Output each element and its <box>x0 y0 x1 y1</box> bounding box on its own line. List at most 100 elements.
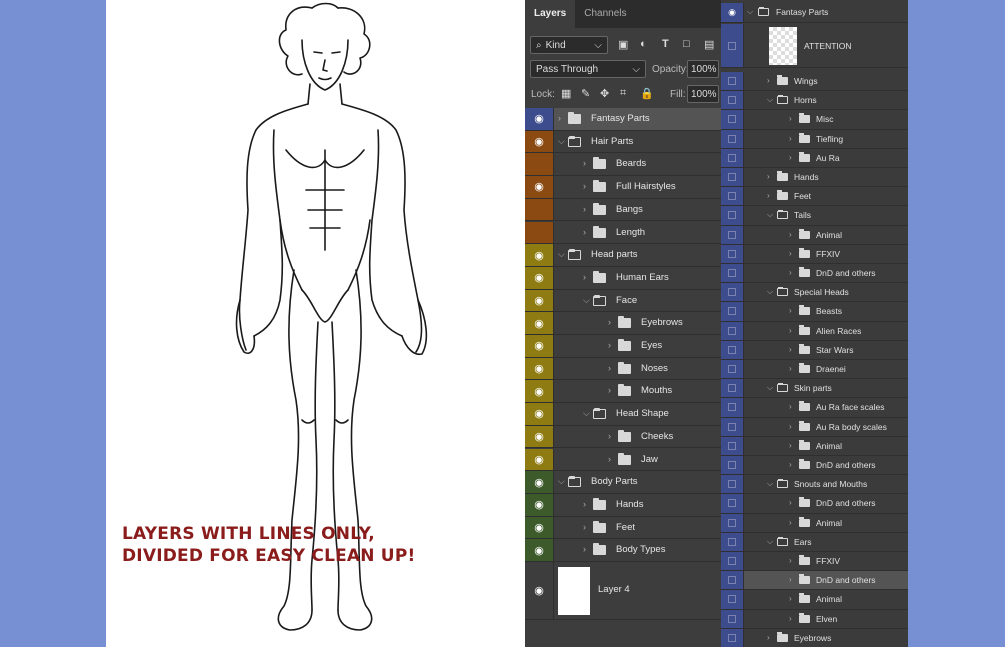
group-row[interactable]: › Animal <box>721 513 908 533</box>
chevron-right-icon[interactable]: › <box>789 364 792 373</box>
layer-row[interactable]: ◉ ⌵ Head parts <box>525 244 721 267</box>
visibility-toggle[interactable] <box>721 264 744 283</box>
lock-brush-icon[interactable]: ✎ <box>581 87 590 100</box>
layer-row[interactable]: › Beards <box>525 153 721 177</box>
visibility-toggle[interactable] <box>721 475 744 494</box>
eye-icon[interactable] <box>525 198 554 221</box>
lock-position-icon[interactable]: ✥ <box>600 87 609 100</box>
group-row[interactable]: › DnD and others <box>721 494 908 514</box>
layer-row-layer-4[interactable]: ◉ Layer 4 <box>525 562 721 620</box>
layer-row[interactable]: ◉ ⌵ Hair Parts <box>525 130 721 154</box>
eye-icon[interactable] <box>525 221 554 244</box>
eye-icon[interactable]: ◉ <box>525 380 554 403</box>
eye-icon[interactable]: ◉ <box>525 403 554 425</box>
layer-row[interactable]: ◉ › Jaw <box>525 448 721 472</box>
chevron-right-icon[interactable]: › <box>789 594 792 603</box>
layer-row[interactable]: ◉ › Eyebrows <box>525 312 721 335</box>
group-row[interactable]: › Au Ra body scales <box>721 417 908 437</box>
chevron-right-icon[interactable]: › <box>789 402 792 411</box>
group-row[interactable]: › Draenei <box>721 360 908 380</box>
chevron-right-icon[interactable]: › <box>789 326 792 335</box>
layer-row[interactable]: ◉ › Full Hairstyles <box>525 176 721 199</box>
visibility-toggle[interactable] <box>721 321 744 340</box>
chevron-right-icon[interactable]: › <box>583 158 586 168</box>
chevron-right-icon[interactable]: › <box>789 114 792 123</box>
visibility-toggle[interactable] <box>721 590 744 609</box>
visibility-toggle[interactable] <box>721 398 744 417</box>
chevron-right-icon[interactable]: › <box>608 454 611 464</box>
group-row[interactable]: ⌵ Snouts and Mouths <box>721 475 908 495</box>
visibility-toggle[interactable] <box>721 628 744 647</box>
eye-icon[interactable]: ◉ <box>525 493 554 516</box>
attention-layer-row[interactable]: ATTENTION <box>721 24 908 68</box>
visibility-toggle[interactable] <box>721 436 744 455</box>
group-row[interactable]: › FFXIV <box>721 244 908 264</box>
eye-icon[interactable]: ◉ <box>525 289 554 312</box>
visibility-toggle[interactable] <box>721 417 744 436</box>
group-row[interactable]: › Tiefling <box>721 129 908 149</box>
eye-icon[interactable]: ◉ <box>525 130 554 153</box>
group-row[interactable]: › Alien Races <box>721 321 908 341</box>
eye-icon[interactable]: ◉ <box>525 425 554 448</box>
chevron-right-icon[interactable]: › <box>583 272 586 282</box>
chevron-right-icon[interactable]: › <box>583 499 586 509</box>
smart-object-filter-icon[interactable]: ▤ <box>704 38 714 51</box>
layer-row[interactable]: ◉ › Human Ears <box>525 266 721 290</box>
visibility-toggle[interactable] <box>721 302 744 321</box>
tab-channels[interactable]: Channels <box>575 0 635 28</box>
layer-row[interactable]: › Length <box>525 221 721 245</box>
image-filter-icon[interactable]: ▣ <box>618 38 628 51</box>
layer-row[interactable]: ◉ ⌵ Head Shape <box>525 403 721 426</box>
chevron-down-icon[interactable]: ⌵ <box>583 408 590 419</box>
tab-layers[interactable]: Layers <box>525 0 576 28</box>
chevron-right-icon[interactable]: › <box>789 134 792 143</box>
visibility-toggle[interactable] <box>721 187 744 206</box>
chevron-right-icon[interactable]: › <box>789 614 792 623</box>
chevron-right-icon[interactable]: › <box>789 345 792 354</box>
chevron-right-icon[interactable]: › <box>789 575 792 584</box>
chevron-right-icon[interactable]: › <box>608 317 611 327</box>
chevron-right-icon[interactable]: › <box>583 181 586 191</box>
chevron-right-icon[interactable]: › <box>789 556 792 565</box>
visibility-toggle[interactable] <box>721 513 744 532</box>
group-row[interactable]: › Wings <box>721 72 908 92</box>
chevron-right-icon[interactable]: › <box>767 76 770 85</box>
visibility-toggle[interactable] <box>721 168 744 187</box>
group-row[interactable]: ⌵ Tails <box>721 206 908 226</box>
group-row[interactable]: › Feet <box>721 187 908 207</box>
lock-all-icon[interactable]: 🔒 <box>640 87 654 100</box>
lock-artboard-icon[interactable]: ⌗ <box>620 87 626 100</box>
group-row[interactable]: › FFXIV <box>721 552 908 572</box>
group-row[interactable]: › Au Ra <box>721 148 908 168</box>
chevron-right-icon[interactable]: › <box>789 153 792 162</box>
chevron-right-icon[interactable]: › <box>789 422 792 431</box>
chevron-down-icon[interactable]: ⌵ <box>767 95 773 105</box>
chevron-down-icon[interactable]: ⌵ <box>583 295 590 306</box>
layer-row[interactable]: ◉ › Feet <box>525 516 721 540</box>
eye-icon[interactable]: ◉ <box>525 312 554 334</box>
chevron-right-icon[interactable]: › <box>789 268 792 277</box>
opacity-input[interactable]: 100% <box>687 60 719 78</box>
eye-icon[interactable] <box>525 153 554 176</box>
layer-row[interactable]: ◉ › Fantasy Parts <box>525 108 721 131</box>
eye-icon[interactable]: ◉ <box>525 539 554 561</box>
group-row[interactable]: › Star Wars <box>721 340 908 360</box>
visibility-toggle[interactable] <box>721 225 744 244</box>
eye-icon[interactable]: ◉ <box>525 176 554 198</box>
visibility-toggle[interactable] <box>721 552 744 571</box>
visibility-toggle[interactable] <box>721 110 744 129</box>
chevron-down-icon[interactable]: ⌵ <box>558 249 565 260</box>
group-row[interactable]: › DnD and others <box>721 571 908 591</box>
chevron-down-icon[interactable]: ⌵ <box>767 287 773 297</box>
fantasy-parts-header-row[interactable]: ◉ ⌵ Fantasy Parts <box>721 3 908 23</box>
layer-row[interactable]: ◉ › Eyes <box>525 335 721 358</box>
document-canvas[interactable]: LAYERS WITH LINES ONLY, DIVIDED FOR EASY… <box>106 0 525 647</box>
chevron-right-icon[interactable]: › <box>583 544 586 554</box>
fill-input[interactable]: 100% <box>687 85 719 103</box>
visibility-toggle[interactable] <box>721 360 744 379</box>
chevron-down-icon[interactable]: ⌵ <box>558 136 565 147</box>
group-row[interactable]: › DnD and others <box>721 264 908 284</box>
group-row[interactable]: › Eyebrows <box>721 628 908 647</box>
chevron-right-icon[interactable]: › <box>608 385 611 395</box>
layer-row[interactable]: ◉ › Body Types <box>525 539 721 562</box>
